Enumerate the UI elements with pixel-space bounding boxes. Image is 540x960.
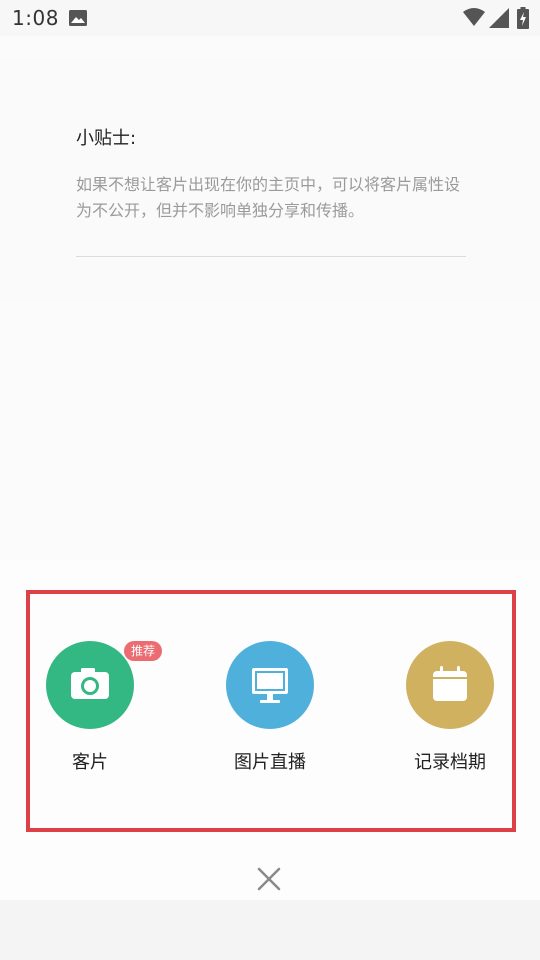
close-icon [257, 867, 281, 891]
recommend-badge: 推荐 [124, 641, 162, 661]
photo-live-button[interactable]: 图片直播 [180, 641, 360, 781]
action-label: 客片 [72, 752, 108, 773]
close-button[interactable] [249, 859, 289, 899]
calendar-icon [406, 641, 494, 729]
gallery-icon [69, 10, 87, 26]
action-sheet: 客片 推荐 图片直播 记录档期 [0, 560, 540, 960]
wifi-icon [463, 8, 485, 26]
battery-charging-icon [517, 7, 529, 29]
tips-title: 小贴士: [76, 128, 137, 149]
kepian-button[interactable]: 客片 [0, 641, 180, 781]
tips-body: 如果不想让客片出现在你的主页中，可以将客片属性设为不公开，但并不影响单独分享和传… [76, 175, 461, 220]
tips-card: 小贴士: 如果不想让客片出现在你的主页中，可以将客片属性设为不公开，但并不影响单… [0, 60, 540, 300]
bottom-strip [0, 900, 540, 960]
schedule-button[interactable]: 记录档期 [360, 641, 540, 781]
camera-icon [46, 641, 134, 729]
status-bar: 1:08 [0, 0, 540, 36]
divider [76, 256, 466, 257]
signal-icon [489, 8, 509, 28]
monitor-icon [226, 641, 314, 729]
action-label: 图片直播 [234, 752, 306, 773]
action-label: 记录档期 [414, 752, 486, 773]
status-time: 1:08 [12, 6, 59, 30]
